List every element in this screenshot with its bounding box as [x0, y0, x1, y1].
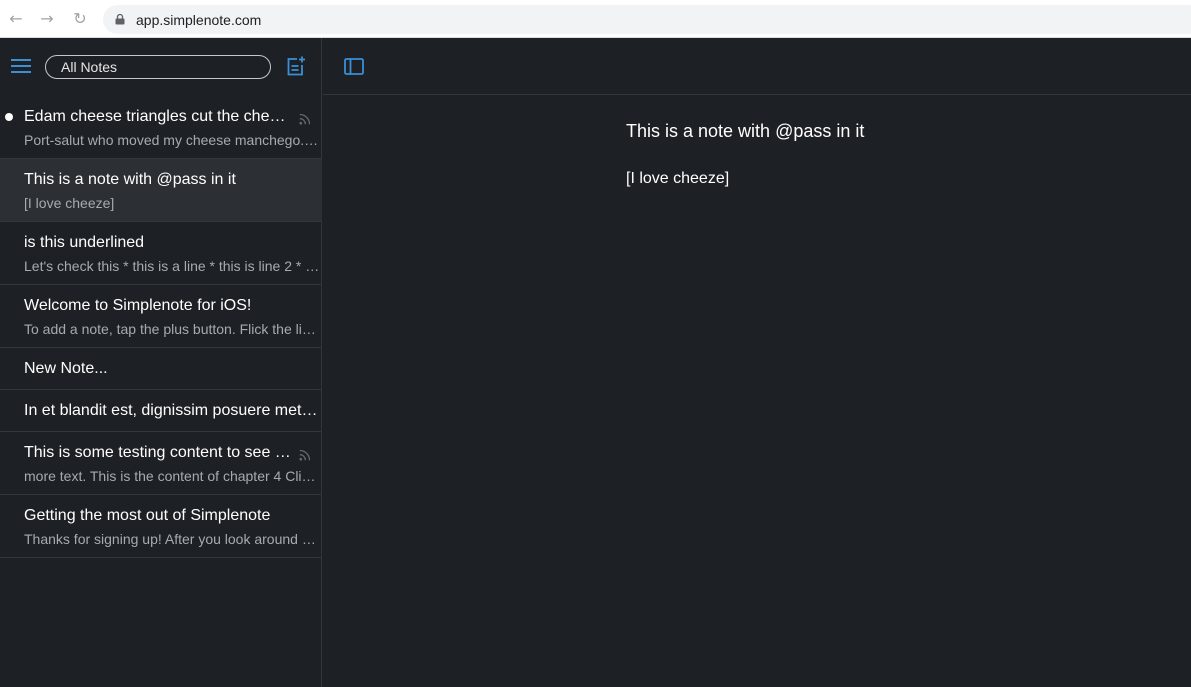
note-list-item[interactable]: New Note... [0, 348, 322, 390]
sidebar-toggle-icon[interactable] [344, 58, 364, 75]
note-list-item-selected[interactable]: This is a note with @pass in it [I love … [0, 159, 322, 222]
note-list-sidebar: All Notes Edam cheese triangles cut the … [0, 38, 322, 687]
note-list: Edam cheese triangles cut the cheese tal… [0, 96, 322, 558]
sidebar-header: All Notes [0, 38, 322, 94]
note-list-item[interactable]: Edam cheese triangles cut the cheese tal… [0, 96, 322, 159]
note-excerpt: Port-salut who moved my cheese manchego.… [24, 132, 320, 148]
lock-icon [115, 14, 125, 25]
reload-icon[interactable]: ↻ [70, 9, 90, 29]
browser-toolbar: ← → ↻ app.simplenote.com [0, 0, 1191, 38]
note-excerpt: more text. This is the content of chapte… [24, 468, 320, 484]
note-excerpt: Let's check this * this is a line * this… [24, 258, 320, 274]
search-input[interactable]: All Notes [45, 55, 271, 79]
editor-toolbar [323, 38, 1191, 95]
note-title: This is a note with @pass in it [24, 171, 236, 188]
note-excerpt: To add a note, tap the plus button. Flic… [24, 321, 320, 337]
new-note-icon[interactable] [286, 56, 306, 76]
note-body-text[interactable]: [I love cheeze] [626, 170, 729, 188]
note-title: is this underlined [24, 234, 145, 251]
url-text: app.simplenote.com [136, 12, 262, 28]
note-title: This is some testing content to see if l… [24, 444, 294, 461]
note-excerpt: [I love cheeze] [24, 195, 115, 211]
note-title: Getting the most out of Simplenote [24, 507, 271, 524]
back-arrow-icon[interactable]: ← [6, 9, 26, 29]
simplenote-app: All Notes Edam cheese triangles cut the … [0, 38, 1191, 687]
forward-arrow-icon[interactable]: → [37, 9, 57, 29]
published-icon [299, 449, 311, 461]
note-list-item[interactable]: Getting the most out of Simplenote Thank… [0, 495, 322, 558]
note-title: In et blandit est, dignissim posuere met… [24, 402, 320, 419]
note-title: New Note... [24, 360, 108, 377]
note-list-item[interactable]: Welcome to Simplenote for iOS! To add a … [0, 285, 322, 348]
note-title: Edam cheese triangles cut the cheese tal… [24, 108, 294, 125]
note-list-item[interactable]: In et blandit est, dignissim posuere met… [0, 390, 322, 432]
note-list-item[interactable]: This is some testing content to see if l… [0, 432, 322, 495]
note-editor[interactable]: This is a note with @pass in it [I love … [323, 38, 1191, 687]
published-icon [299, 113, 311, 125]
note-list-item[interactable]: is this underlined Let's check this * th… [0, 222, 322, 285]
pinned-indicator [5, 113, 13, 121]
address-bar[interactable]: app.simplenote.com [103, 5, 1191, 34]
menu-icon[interactable] [11, 58, 31, 74]
note-excerpt: Thanks for signing up! After you look ar… [24, 531, 320, 547]
note-title: Welcome to Simplenote for iOS! [24, 297, 252, 314]
note-heading[interactable]: This is a note with @pass in it [626, 121, 864, 142]
